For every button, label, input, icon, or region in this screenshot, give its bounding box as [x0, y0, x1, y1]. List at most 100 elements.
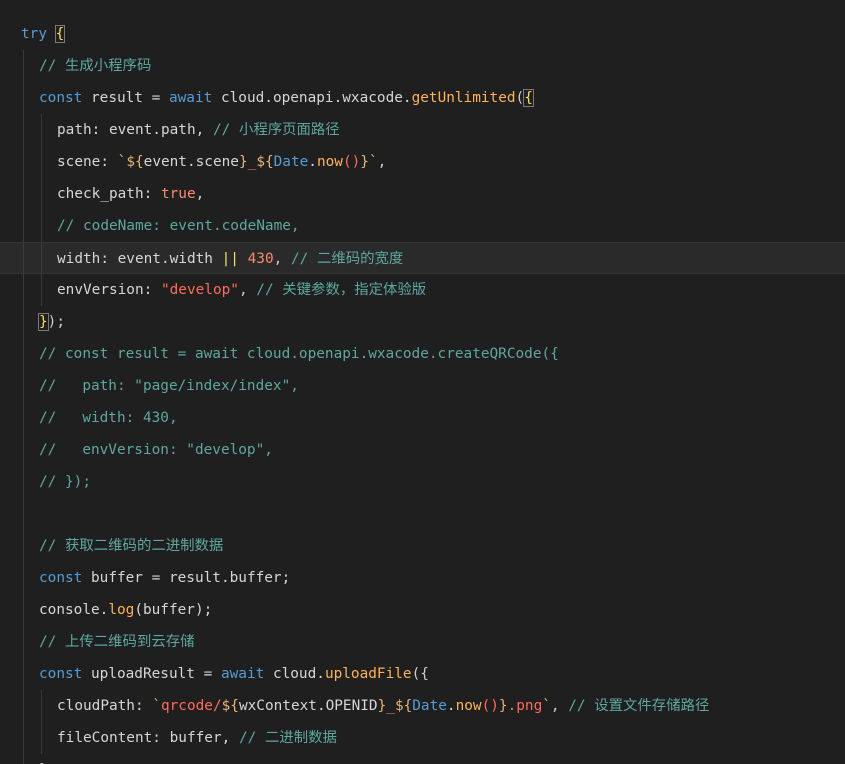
code-token: ${ [221, 698, 239, 714]
code-text: envVersion: "develop", // 关键参数，指定体验版 [57, 274, 426, 306]
code-token: // 生成小程序码 [39, 58, 152, 74]
code-text: // envVersion: "develop", [39, 434, 273, 466]
code-text: } [39, 754, 48, 764]
code-token: // const result = await cloud.openapi.wx… [39, 346, 559, 362]
indent-guide [41, 114, 42, 146]
indent-guide [23, 370, 24, 402]
code-token: cloud.openapi.wxacode. [212, 90, 412, 106]
code-text: }); [38, 306, 65, 338]
code-line[interactable]: envVersion: "develop", // 关键参数，指定体验版 [0, 274, 845, 306]
code-token: (buffer); [134, 602, 213, 618]
code-line[interactable]: width: event.width || 430, // 二维码的宽度 [0, 242, 845, 275]
indent-guide [23, 210, 24, 242]
code-text: const buffer = result.buffer; [39, 562, 290, 594]
indent-guide [23, 274, 24, 306]
code-token: event.scene [143, 154, 239, 170]
indent-guide [23, 658, 24, 690]
code-token: . [446, 698, 456, 714]
code-text: try { [21, 18, 66, 50]
code-line[interactable]: // 上传二维码到云存储 [0, 626, 845, 658]
code-token: { [523, 89, 534, 107]
code-text: const uploadResult = await cloud.uploadF… [39, 658, 429, 690]
indent-guide [23, 402, 24, 434]
code-text: cloudPath: `qrcode/${wxContext.OPENID}_$… [57, 690, 709, 722]
code-text: check_path: true, [57, 178, 204, 210]
code-token: ( [515, 90, 525, 106]
code-token: await [220, 666, 265, 682]
code-token: now [316, 154, 343, 170]
code-line[interactable]: // width: 430, [0, 402, 845, 434]
code-text: // 获取二维码的二进制数据 [39, 530, 223, 562]
code-token: try [21, 26, 47, 42]
code-line[interactable]: scene: `${event.scene}_${Date.now()}`, [0, 146, 845, 178]
code-token: || [221, 251, 239, 267]
code-text: // width: 430, [39, 402, 178, 434]
code-token: const [39, 90, 83, 106]
code-token: check_path: [57, 186, 161, 202]
code-token: { [54, 25, 66, 43]
code-token: // width: 430, [39, 410, 178, 426]
code-token: // codeName: event.codeName, [57, 218, 300, 234]
indent-guide [23, 178, 24, 210]
code-token: width: event.width [57, 251, 222, 267]
code-line[interactable]: // codeName: event.codeName, [0, 210, 845, 242]
code-line[interactable]: // path: "page/index/index", [0, 370, 845, 402]
code-line[interactable]: // envVersion: "develop", [0, 434, 845, 466]
code-token: ${ [394, 698, 413, 714]
code-token: scene: [57, 154, 118, 170]
code-token: true [160, 186, 196, 202]
code-line[interactable]: fileContent: buffer, // 二进制数据 [0, 722, 845, 754]
code-token: // }); [39, 474, 91, 490]
code-token: // 小程序页面路径 [212, 122, 340, 138]
code-token: uploadFile [324, 666, 412, 682]
indent-guide [41, 210, 42, 242]
code-text: // }); [39, 466, 91, 498]
code-token: } [498, 698, 508, 714]
code-token: , [195, 186, 205, 202]
code-token: () [342, 154, 361, 170]
code-text: // path: "page/index/index", [39, 370, 299, 402]
code-line[interactable]: console.log(buffer); [0, 594, 845, 626]
code-text: path: event.path, // 小程序页面路径 [57, 114, 340, 146]
code-line[interactable]: cloudPath: `qrcode/${wxContext.OPENID}_$… [0, 690, 845, 722]
code-line[interactable]: check_path: true, [0, 178, 845, 210]
code-line[interactable]: const buffer = result.buffer; [0, 562, 845, 594]
indent-guide [23, 722, 24, 754]
code-token: // path: "page/index/index", [39, 378, 299, 394]
code-line[interactable]: // const result = await cloud.openapi.wx… [0, 338, 845, 370]
indent-guide [23, 626, 24, 658]
code-token: envVersion: [57, 282, 161, 298]
code-line[interactable] [0, 498, 845, 530]
code-text: // 生成小程序码 [39, 50, 151, 82]
code-token: // 二进制数据 [238, 730, 337, 746]
indent-guide [23, 50, 24, 82]
code-token: ({ [411, 666, 429, 682]
indent-guide [23, 530, 24, 562]
code-line[interactable]: path: event.path, // 小程序页面路径 [0, 114, 845, 146]
code-text: width: event.width || 430, // 二维码的宽度 [57, 243, 403, 275]
code-line[interactable]: // 生成小程序码 [0, 50, 845, 82]
indent-guide [23, 434, 24, 466]
indent-guide [23, 306, 24, 338]
code-line[interactable]: // }); [0, 466, 845, 498]
code-line[interactable]: const result = await cloud.openapi.wxaco… [0, 82, 845, 114]
code-line[interactable]: try { [0, 18, 845, 50]
code-line[interactable]: // 获取二维码的二进制数据 [0, 530, 845, 562]
indent-guide [23, 114, 24, 146]
indent-guide [41, 146, 42, 178]
code-token: fileContent: buffer, [57, 730, 239, 746]
code-line[interactable]: } [0, 754, 845, 764]
indent-guide [23, 690, 24, 722]
code-token: const [39, 666, 83, 682]
code-token: await [168, 90, 213, 106]
indent-guide [41, 274, 42, 306]
code-token: , [238, 282, 257, 298]
code-line[interactable]: const uploadResult = await cloud.uploadF… [0, 658, 845, 690]
code-token: // 二维码的宽度 [290, 251, 404, 267]
code-token: . [308, 154, 317, 170]
code-editor[interactable]: try { // 生成小程序码 const result = await cloud… [0, 0, 845, 764]
code-token: cloud. [264, 666, 325, 682]
code-token: .png [507, 698, 543, 714]
code-line[interactable]: }); [0, 306, 845, 338]
